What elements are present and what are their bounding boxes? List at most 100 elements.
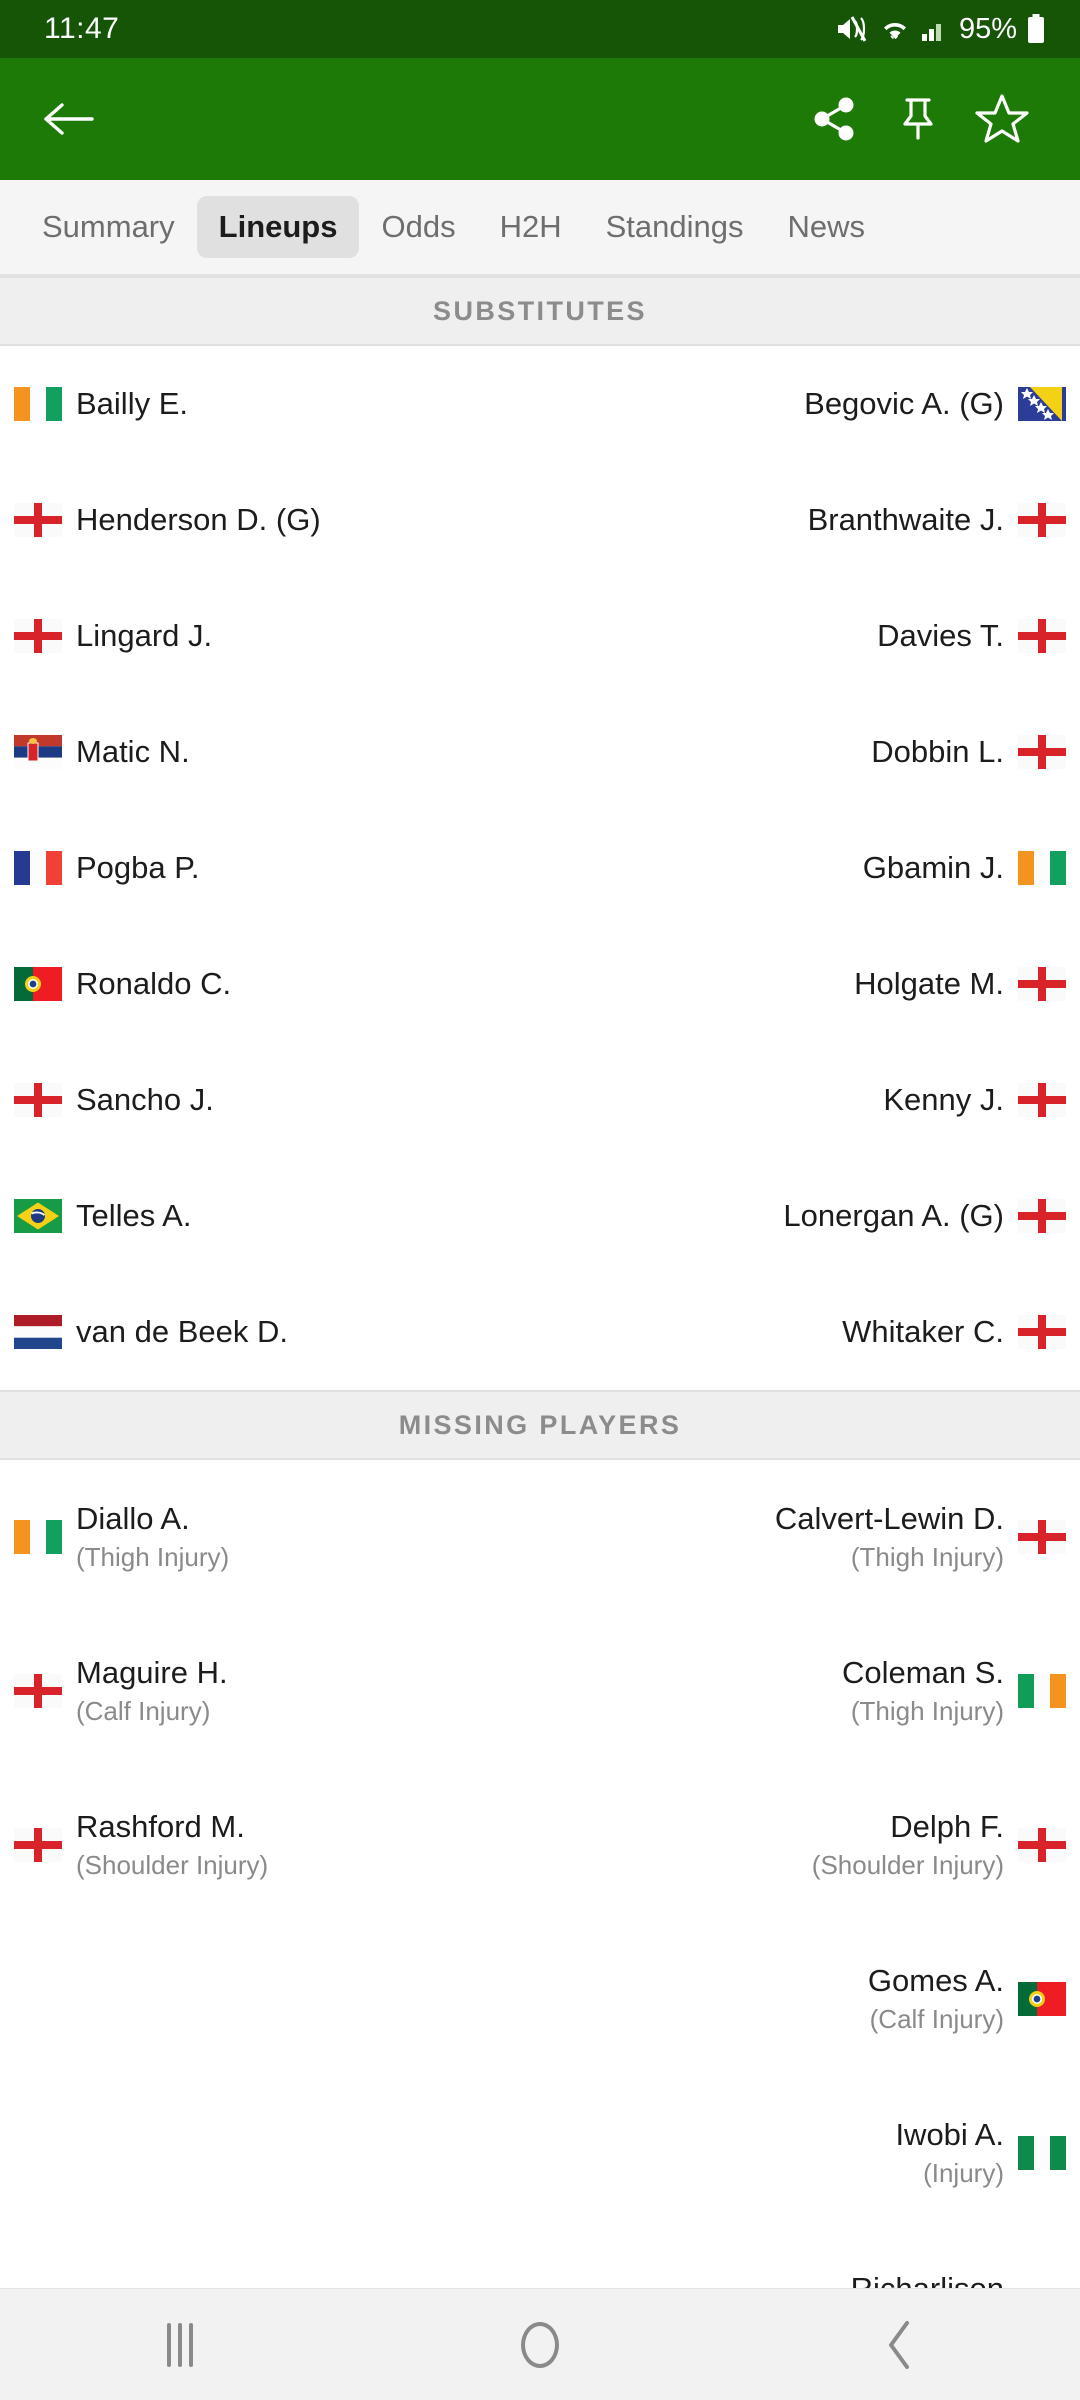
tab-summary[interactable]: Summary <box>20 196 197 258</box>
player-text-block: Bailly E. <box>76 386 188 422</box>
player-text-block: Ronaldo C. <box>76 966 231 1002</box>
ireland-flag-icon <box>1018 1674 1066 1708</box>
player-injury-reason: (Injury) <box>923 2158 1004 2188</box>
player-text-block: Begovic A. (G) <box>804 386 1004 422</box>
substitute-row[interactable]: Pogba P. Gbamin J. <box>0 810 1080 926</box>
player-entry-away: Calvert-Lewin D. (Thigh Injury) <box>540 1501 1066 1573</box>
england-flag-icon <box>1018 619 1066 653</box>
tab-h2h[interactable]: H2H <box>478 196 584 258</box>
player-name[interactable]: Ronaldo C. <box>76 966 231 1002</box>
back-icon[interactable] <box>825 2289 975 2400</box>
star-icon[interactable] <box>960 77 1044 161</box>
tab-odds[interactable]: Odds <box>359 196 477 258</box>
player-text-block: Sancho J. <box>76 1082 214 1118</box>
back-arrow-icon[interactable] <box>28 77 112 161</box>
player-entry-home: Rashford M. (Shoulder Injury) <box>14 1809 540 1881</box>
england-flag-icon <box>1018 1828 1066 1862</box>
player-name[interactable]: Pogba P. <box>76 850 200 886</box>
player-name[interactable]: Matic N. <box>76 734 190 770</box>
player-text-block: Maguire H. (Calf Injury) <box>76 1655 228 1727</box>
player-name[interactable]: Henderson D. (G) <box>76 502 321 538</box>
player-name[interactable]: Bailly E. <box>76 386 188 422</box>
player-name[interactable]: Sancho J. <box>76 1082 214 1118</box>
section-header-substitutes: SUBSTITUTES <box>0 276 1080 346</box>
player-name[interactable]: Gbamin J. <box>863 850 1004 886</box>
player-name[interactable]: Lonergan A. (G) <box>783 1198 1004 1234</box>
player-name[interactable]: Coleman S. <box>842 1655 1004 1691</box>
player-name[interactable]: Delph F. <box>890 1809 1004 1845</box>
player-entry-away: Whitaker C. <box>540 1314 1066 1350</box>
player-entry-home: Telles A. <box>14 1198 540 1234</box>
player-entry-home: Matic N. <box>14 734 540 770</box>
substitute-row[interactable]: Ronaldo C. Holgate M. <box>0 926 1080 1042</box>
england-flag-icon <box>1018 1199 1066 1233</box>
substitute-row[interactable]: van de Beek D. Whitaker C. <box>0 1274 1080 1390</box>
bosnia-flag-icon <box>1018 387 1066 421</box>
ivory-coast-flag-icon <box>14 1520 62 1554</box>
player-name[interactable]: Gomes A. <box>868 1963 1004 1999</box>
tab-standings[interactable]: Standings <box>584 196 766 258</box>
england-flag-icon <box>1018 503 1066 537</box>
player-text-block: Matic N. <box>76 734 190 770</box>
player-name[interactable]: Branthwaite J. <box>808 502 1004 538</box>
player-name[interactable]: Diallo A. <box>76 1501 190 1537</box>
recents-icon[interactable] <box>105 2289 255 2400</box>
player-name[interactable]: Begovic A. (G) <box>804 386 1004 422</box>
missing-player-row[interactable]: Diallo A. (Thigh Injury) Calvert-Lewin D. (… <box>0 1460 1080 1614</box>
player-name[interactable]: Whitaker C. <box>842 1314 1004 1350</box>
brazil-flag-icon <box>14 1199 62 1233</box>
share-icon[interactable] <box>792 77 876 161</box>
player-entry-away: Iwobi A. (Injury) <box>540 2117 1066 2189</box>
substitute-row[interactable]: Telles A. Lonergan A. (G) <box>0 1158 1080 1274</box>
home-icon[interactable] <box>465 2289 615 2400</box>
player-name[interactable]: Iwobi A. <box>895 2117 1004 2153</box>
player-name[interactable]: Lingard J. <box>76 618 212 654</box>
section-header-missing-players: MISSING PLAYERS <box>0 1390 1080 1460</box>
section-title: MISSING PLAYERS <box>398 1409 682 1440</box>
app-toolbar <box>0 58 1080 180</box>
player-name[interactable]: van de Beek D. <box>76 1314 288 1350</box>
player-name[interactable]: Telles A. <box>76 1198 191 1234</box>
substitute-row[interactable]: Matic N. Dobbin L. <box>0 694 1080 810</box>
wifi-icon <box>878 14 912 44</box>
player-name[interactable]: Calvert-Lewin D. <box>775 1501 1004 1537</box>
player-entry-away: Kenny J. <box>540 1082 1066 1118</box>
player-name[interactable]: Rashford M. <box>76 1809 245 1845</box>
status-time: 11:47 <box>44 12 120 45</box>
england-flag-icon <box>1018 1520 1066 1554</box>
france-flag-icon <box>14 851 62 885</box>
tab-lineups[interactable]: Lineups <box>196 196 360 258</box>
player-entry-away: Delph F. (Shoulder Injury) <box>540 1809 1066 1881</box>
player-text-block: Lingard J. <box>76 618 212 654</box>
system-nav-bar <box>0 2288 1080 2400</box>
missing-player-row[interactable]: Gomes A. (Calf Injury) <box>0 1922 1080 2076</box>
section-title: SUBSTITUTES <box>433 295 647 326</box>
player-entry-home: Bailly E. <box>14 386 540 422</box>
substitute-row[interactable]: Bailly E. Begovic A. (G) <box>0 346 1080 462</box>
substitute-row[interactable]: Sancho J. Kenny J. <box>0 1042 1080 1158</box>
player-name[interactable]: Maguire H. <box>76 1655 228 1691</box>
missing-player-row[interactable]: Rashford M. (Shoulder Injury) Delph F. (Sho… <box>0 1768 1080 1922</box>
player-entry-home: van de Beek D. <box>14 1314 540 1350</box>
player-text-block: Kenny J. <box>883 1082 1004 1118</box>
player-name[interactable]: Kenny J. <box>883 1082 1004 1118</box>
tab-news[interactable]: News <box>766 196 888 258</box>
status-bar: 11:47 95% <box>0 0 1080 58</box>
substitute-row[interactable]: Henderson D. (G) Branthwaite J. <box>0 462 1080 578</box>
player-name[interactable]: Dobbin L. <box>871 734 1004 770</box>
player-entry-home: Sancho J. <box>14 1082 540 1118</box>
player-text-block: Gbamin J. <box>863 850 1004 886</box>
substitute-row[interactable]: Lingard J. Davies T. <box>0 578 1080 694</box>
pin-icon[interactable] <box>876 77 960 161</box>
player-name[interactable]: Davies T. <box>877 618 1004 654</box>
player-entry-home: Lingard J. <box>14 618 540 654</box>
missing-player-row[interactable]: Iwobi A. (Injury) <box>0 2076 1080 2230</box>
missing-player-row[interactable]: Maguire H. (Calf Injury) Coleman S. (Thigh … <box>0 1614 1080 1768</box>
battery-percent: 95% <box>958 12 1017 45</box>
player-entry-away: Davies T. <box>540 618 1066 654</box>
player-injury-reason: (Shoulder Injury) <box>76 1850 269 1880</box>
player-name[interactable]: Holgate M. <box>854 966 1004 1002</box>
player-text-block: Pogba P. <box>76 850 200 886</box>
player-text-block: Lonergan A. (G) <box>783 1198 1004 1234</box>
player-text-block: Gomes A. (Calf Injury) <box>868 1963 1004 2035</box>
